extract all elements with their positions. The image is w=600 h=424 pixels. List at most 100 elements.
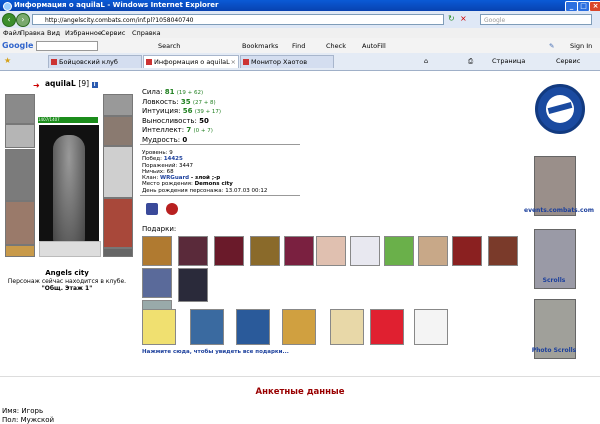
- menu-item-view[interactable]: Вид: [47, 28, 60, 38]
- forward-button[interactable]: ›: [16, 13, 30, 27]
- events-link[interactable]: events.combats.com: [524, 207, 594, 214]
- tab-favicon-icon: [51, 59, 57, 65]
- arrow-icon: ➜: [33, 81, 40, 90]
- scrolls-link[interactable]: Scrolls: [524, 277, 584, 284]
- back-button[interactable]: ‹: [2, 13, 16, 27]
- gift-item[interactable]: [190, 309, 224, 345]
- stats-block: Сила: 81 (19 + 62) Ловкость: 35 (27 + 8)…: [142, 88, 221, 144]
- menu-item-edit[interactable]: Правка: [20, 28, 45, 38]
- find-button[interactable]: Find: [292, 42, 305, 50]
- tools-menu-button[interactable]: Сервис: [556, 56, 580, 67]
- gift-item[interactable]: [284, 236, 314, 266]
- google-toolbar: Google Search Bookmarks Find Check AutoF…: [0, 38, 600, 54]
- menu-item-file[interactable]: Файл: [3, 28, 21, 38]
- ie-logo-icon: [3, 2, 12, 11]
- gift-item[interactable]: [414, 309, 448, 345]
- location-room: "Общ. Этаж 1": [41, 285, 93, 292]
- gift-item[interactable]: [330, 309, 364, 345]
- gift-item[interactable]: [350, 236, 380, 266]
- city-name: Angels city: [45, 269, 89, 277]
- stat-intuition: Интуиция: 56 (39 + 17): [142, 107, 222, 116]
- favorites-star-icon[interactable]: ★: [4, 56, 11, 65]
- sign-in-button[interactable]: Sign In: [570, 42, 592, 50]
- info-icon[interactable]: i: [91, 82, 98, 88]
- gift-item[interactable]: [418, 236, 448, 266]
- character-figure: [39, 125, 99, 255]
- gift-item[interactable]: [142, 268, 172, 298]
- tab-bar: ★ Бойцовский клуб Информация о aquilaL ×…: [0, 53, 600, 71]
- tab-info-aquilal[interactable]: Информация о aquilaL ×: [143, 55, 239, 68]
- page-menu-button[interactable]: Страница: [492, 56, 525, 67]
- menu-item-help[interactable]: Справка: [132, 28, 161, 38]
- emblem-slot: [39, 241, 101, 257]
- gift-item[interactable]: [316, 236, 346, 266]
- gift-item[interactable]: [178, 236, 208, 266]
- profile-name-row: Имя: Игорь: [2, 407, 44, 415]
- address-toolbar: ‹ › http://angelscity.combats.com/inf.pl…: [0, 11, 600, 29]
- gift-item[interactable]: [142, 236, 172, 266]
- armor-slot[interactable]: [5, 201, 35, 245]
- print-icon[interactable]: ⎙: [468, 56, 473, 67]
- menu-item-favorites[interactable]: Избранное: [65, 28, 102, 38]
- home-icon[interactable]: ⌂: [424, 56, 428, 67]
- tab-label: Бойцовский клуб: [59, 58, 118, 66]
- all-gifts-link[interactable]: Нажмите сюда, чтобы увидеть все подарки.…: [142, 349, 289, 355]
- close-tab-icon[interactable]: ×: [231, 56, 236, 69]
- stop-icon[interactable]: ×: [460, 14, 467, 23]
- window-titlebar: Информация о aquilaL - Windows Internet …: [0, 0, 600, 12]
- stat-strength: Сила: 81 (19 + 62): [142, 88, 204, 96]
- legs-slot[interactable]: [103, 198, 133, 248]
- gift-item[interactable]: [250, 236, 280, 266]
- level-text: [9]: [78, 79, 90, 88]
- tab-favicon-icon: [243, 59, 249, 65]
- rose-icon[interactable]: [166, 203, 178, 215]
- menu-item-tools[interactable]: Сервис: [101, 28, 125, 38]
- tab-label: Монитор Хаотов: [251, 58, 308, 66]
- window-title: Информация о aquilaL - Windows Internet …: [14, 1, 219, 9]
- gift-item[interactable]: [282, 309, 316, 345]
- weapon-slot[interactable]: [5, 149, 35, 201]
- gift-item[interactable]: [488, 236, 518, 266]
- shield-slot[interactable]: [103, 146, 133, 198]
- tab-fight-club[interactable]: Бойцовский клуб: [48, 55, 142, 68]
- autofill-button[interactable]: AutoFill: [362, 42, 386, 50]
- page-content: ➜ aquilaL [9] i 1407/1407 Angels city Пе…: [0, 71, 600, 424]
- boots-slot[interactable]: [103, 248, 133, 257]
- clan-link[interactable]: WRGuard: [160, 175, 189, 181]
- gift-item[interactable]: [214, 236, 244, 266]
- info-birthday: День рождения персонажа: 13.07.03 00:12: [142, 187, 268, 194]
- google-search-input[interactable]: [36, 41, 98, 51]
- check-button[interactable]: Check: [326, 42, 346, 50]
- tab-label: Информация о aquilaL: [154, 58, 230, 66]
- gift-item[interactable]: [236, 309, 270, 345]
- photo-scrolls-link[interactable]: Photo Scrolls: [524, 347, 584, 354]
- divider: [140, 195, 300, 196]
- gift-item[interactable]: [384, 236, 414, 266]
- earrings-slot[interactable]: [5, 124, 35, 148]
- divider: [0, 376, 600, 377]
- stat-wisdom: Мудрость: 0: [142, 135, 188, 144]
- gift-item[interactable]: [452, 236, 482, 266]
- google-search-button[interactable]: Search: [158, 42, 180, 50]
- character-info: Уровень: 9 Побед: 14425 Поражений: 3447 …: [142, 150, 267, 194]
- search-input[interactable]: Google: [480, 14, 592, 25]
- belt-slot[interactable]: [5, 245, 35, 257]
- clan-emblem-icon[interactable]: [146, 203, 158, 215]
- menu-bar: Файл Правка Вид Избранное Сервис Справка: [0, 28, 600, 38]
- address-input[interactable]: http://angelscity.combats.com/inf.pl?105…: [32, 14, 444, 25]
- world-logo-icon[interactable]: [535, 84, 585, 134]
- refresh-icon[interactable]: ↻: [448, 14, 455, 23]
- gift-item[interactable]: [142, 309, 176, 345]
- gift-item[interactable]: [370, 309, 404, 345]
- hp-bar: 1407/1407: [38, 117, 98, 123]
- nick-text: aquilaL: [45, 79, 76, 88]
- gloves-slot[interactable]: [103, 116, 133, 146]
- stat-endurance: Выносливость: 50: [142, 117, 209, 126]
- wrench-icon[interactable]: ✎: [549, 42, 554, 50]
- bookmarks-button[interactable]: Bookmarks: [242, 42, 278, 50]
- tab-chaos-monitor[interactable]: Монитор Хаотов: [240, 55, 334, 68]
- stat-intellect: Интеллект: 7 (0 + 7): [142, 125, 213, 134]
- amulet-slot[interactable]: [103, 94, 133, 116]
- helmet-slot[interactable]: [5, 94, 35, 124]
- gift-item[interactable]: [178, 268, 208, 302]
